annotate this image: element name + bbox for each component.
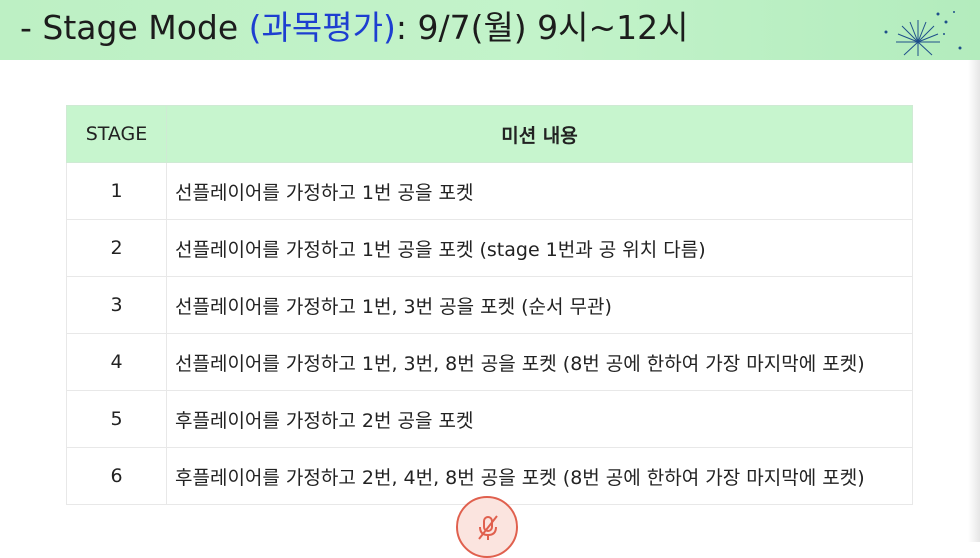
table-row: 4 선플레이어를 가정하고 1번, 3번, 8번 공을 포켓 (8번 공에 한하… (66, 333, 913, 391)
mission-text: 후플레이어를 가정하고 2번, 4번, 8번 공을 포켓 (8번 공에 한하여 … (166, 447, 913, 505)
table-row: 3 선플레이어를 가정하고 1번, 3번 공을 포켓 (순서 무관) (66, 276, 913, 334)
title-accent: (과목평가) (248, 8, 396, 47)
mission-text: 선플레이어를 가정하고 1번, 3번, 8번 공을 포켓 (8번 공에 한하여 … (166, 333, 913, 391)
header-stage: STAGE (66, 105, 167, 163)
mission-text: 선플레이어를 가정하고 1번, 3번 공을 포켓 (순서 무관) (166, 276, 913, 334)
mission-table: STAGE 미션 내용 1 선플레이어를 가정하고 1번 공을 포켓 2 선플레… (66, 105, 913, 505)
sparkle-icon (884, 11, 962, 56)
table-row: 1 선플레이어를 가정하고 1번 공을 포켓 (66, 162, 913, 220)
mission-text: 선플레이어를 가정하고 1번 공을 포켓 (166, 162, 913, 220)
slide-edge-shadow (968, 60, 980, 542)
title-prefix: - Stage Mode (20, 8, 249, 47)
stage-number: 4 (66, 333, 167, 391)
mission-text: 선플레이어를 가정하고 1번 공을 포켓 (stage 1번과 공 위치 다름) (166, 219, 913, 277)
title-suffix: : 9/7(월) 9시~12시 (395, 8, 689, 47)
stage-number: 5 (66, 390, 167, 448)
stage-number: 1 (66, 162, 167, 220)
table-row: 2 선플레이어를 가정하고 1번 공을 포켓 (stage 1번과 공 위치 다… (66, 219, 913, 277)
stage-number: 2 (66, 219, 167, 277)
stage-number: 6 (66, 447, 167, 505)
mic-muted-icon (478, 515, 498, 540)
mic-toggle-button[interactable] (456, 496, 518, 558)
table-row: 5 후플레이어를 가정하고 2번 공을 포켓 (66, 390, 913, 448)
header-mission: 미션 내용 (166, 105, 913, 163)
table-header-row: STAGE 미션 내용 (66, 105, 913, 163)
slide-title: - Stage Mode (과목평가): 9/7(월) 9시~12시 (20, 2, 689, 54)
mission-text: 후플레이어를 가정하고 2번 공을 포켓 (166, 390, 913, 448)
slide-header: - Stage Mode (과목평가): 9/7(월) 9시~12시 (0, 0, 980, 60)
stage-number: 3 (66, 276, 167, 334)
